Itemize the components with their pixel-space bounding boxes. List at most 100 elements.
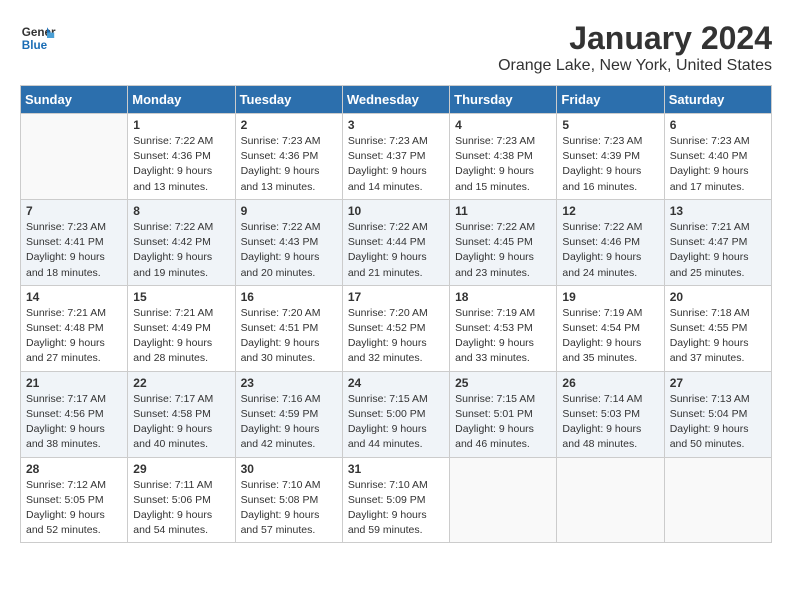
calendar-week-3: 14 Sunrise: 7:21 AMSunset: 4:48 PMDaylig… xyxy=(21,285,772,371)
day-number: 28 xyxy=(26,462,122,476)
calendar-table: SundayMondayTuesdayWednesdayThursdayFrid… xyxy=(20,85,772,543)
day-info: Sunrise: 7:18 AMSunset: 4:55 PMDaylight:… xyxy=(670,307,750,365)
calendar-cell: 14 Sunrise: 7:21 AMSunset: 4:48 PMDaylig… xyxy=(21,285,128,371)
day-info: Sunrise: 7:17 AMSunset: 4:56 PMDaylight:… xyxy=(26,393,106,451)
day-info: Sunrise: 7:22 AMSunset: 4:46 PMDaylight:… xyxy=(562,221,642,279)
day-info: Sunrise: 7:23 AMSunset: 4:38 PMDaylight:… xyxy=(455,135,535,193)
calendar-cell: 10 Sunrise: 7:22 AMSunset: 4:44 PMDaylig… xyxy=(342,199,449,285)
day-info: Sunrise: 7:22 AMSunset: 4:36 PMDaylight:… xyxy=(133,135,213,193)
calendar-week-2: 7 Sunrise: 7:23 AMSunset: 4:41 PMDayligh… xyxy=(21,199,772,285)
calendar-cell xyxy=(21,114,128,200)
day-info: Sunrise: 7:19 AMSunset: 4:54 PMDaylight:… xyxy=(562,307,642,365)
day-number: 16 xyxy=(241,290,337,304)
calendar-week-4: 21 Sunrise: 7:17 AMSunset: 4:56 PMDaylig… xyxy=(21,371,772,457)
day-number: 20 xyxy=(670,290,766,304)
calendar-cell: 5 Sunrise: 7:23 AMSunset: 4:39 PMDayligh… xyxy=(557,114,664,200)
day-info: Sunrise: 7:22 AMSunset: 4:42 PMDaylight:… xyxy=(133,221,213,279)
calendar-cell xyxy=(450,457,557,543)
day-info: Sunrise: 7:11 AMSunset: 5:06 PMDaylight:… xyxy=(133,479,212,537)
column-header-saturday: Saturday xyxy=(664,86,771,114)
day-info: Sunrise: 7:20 AMSunset: 4:51 PMDaylight:… xyxy=(241,307,321,365)
day-number: 10 xyxy=(348,204,444,218)
day-info: Sunrise: 7:14 AMSunset: 5:03 PMDaylight:… xyxy=(562,393,642,451)
day-number: 29 xyxy=(133,462,229,476)
day-number: 17 xyxy=(348,290,444,304)
day-info: Sunrise: 7:16 AMSunset: 4:59 PMDaylight:… xyxy=(241,393,321,451)
day-number: 15 xyxy=(133,290,229,304)
column-header-tuesday: Tuesday xyxy=(235,86,342,114)
day-number: 4 xyxy=(455,118,551,132)
day-number: 1 xyxy=(133,118,229,132)
day-info: Sunrise: 7:22 AMSunset: 4:45 PMDaylight:… xyxy=(455,221,535,279)
page-header: General Blue January 2024 Orange Lake, N… xyxy=(20,20,772,75)
day-number: 12 xyxy=(562,204,658,218)
day-info: Sunrise: 7:19 AMSunset: 4:53 PMDaylight:… xyxy=(455,307,535,365)
calendar-cell: 15 Sunrise: 7:21 AMSunset: 4:49 PMDaylig… xyxy=(128,285,235,371)
column-header-wednesday: Wednesday xyxy=(342,86,449,114)
calendar-cell: 17 Sunrise: 7:20 AMSunset: 4:52 PMDaylig… xyxy=(342,285,449,371)
day-info: Sunrise: 7:21 AMSunset: 4:49 PMDaylight:… xyxy=(133,307,213,365)
day-number: 21 xyxy=(26,376,122,390)
day-info: Sunrise: 7:23 AMSunset: 4:37 PMDaylight:… xyxy=(348,135,428,193)
day-number: 25 xyxy=(455,376,551,390)
calendar-cell: 4 Sunrise: 7:23 AMSunset: 4:38 PMDayligh… xyxy=(450,114,557,200)
day-info: Sunrise: 7:21 AMSunset: 4:47 PMDaylight:… xyxy=(670,221,750,279)
day-number: 13 xyxy=(670,204,766,218)
calendar-cell: 16 Sunrise: 7:20 AMSunset: 4:51 PMDaylig… xyxy=(235,285,342,371)
calendar-cell: 9 Sunrise: 7:22 AMSunset: 4:43 PMDayligh… xyxy=(235,199,342,285)
calendar-title: January 2024 xyxy=(498,20,772,57)
calendar-cell: 1 Sunrise: 7:22 AMSunset: 4:36 PMDayligh… xyxy=(128,114,235,200)
calendar-header-row: SundayMondayTuesdayWednesdayThursdayFrid… xyxy=(21,86,772,114)
svg-text:Blue: Blue xyxy=(22,39,48,52)
day-number: 23 xyxy=(241,376,337,390)
day-number: 19 xyxy=(562,290,658,304)
day-info: Sunrise: 7:20 AMSunset: 4:52 PMDaylight:… xyxy=(348,307,428,365)
calendar-cell: 26 Sunrise: 7:14 AMSunset: 5:03 PMDaylig… xyxy=(557,371,664,457)
calendar-cell: 22 Sunrise: 7:17 AMSunset: 4:58 PMDaylig… xyxy=(128,371,235,457)
day-info: Sunrise: 7:13 AMSunset: 5:04 PMDaylight:… xyxy=(670,393,750,451)
column-header-friday: Friday xyxy=(557,86,664,114)
day-number: 27 xyxy=(670,376,766,390)
day-number: 14 xyxy=(26,290,122,304)
calendar-cell: 8 Sunrise: 7:22 AMSunset: 4:42 PMDayligh… xyxy=(128,199,235,285)
day-number: 9 xyxy=(241,204,337,218)
day-info: Sunrise: 7:21 AMSunset: 4:48 PMDaylight:… xyxy=(26,307,106,365)
day-info: Sunrise: 7:10 AMSunset: 5:09 PMDaylight:… xyxy=(348,479,428,537)
logo-icon: General Blue xyxy=(20,20,56,56)
day-number: 6 xyxy=(670,118,766,132)
day-number: 31 xyxy=(348,462,444,476)
calendar-cell: 28 Sunrise: 7:12 AMSunset: 5:05 PMDaylig… xyxy=(21,457,128,543)
calendar-cell: 11 Sunrise: 7:22 AMSunset: 4:45 PMDaylig… xyxy=(450,199,557,285)
day-number: 22 xyxy=(133,376,229,390)
day-info: Sunrise: 7:22 AMSunset: 4:44 PMDaylight:… xyxy=(348,221,428,279)
day-info: Sunrise: 7:23 AMSunset: 4:41 PMDaylight:… xyxy=(26,221,106,279)
calendar-cell: 31 Sunrise: 7:10 AMSunset: 5:09 PMDaylig… xyxy=(342,457,449,543)
day-number: 3 xyxy=(348,118,444,132)
day-number: 5 xyxy=(562,118,658,132)
day-number: 26 xyxy=(562,376,658,390)
day-info: Sunrise: 7:15 AMSunset: 5:01 PMDaylight:… xyxy=(455,393,535,451)
day-info: Sunrise: 7:10 AMSunset: 5:08 PMDaylight:… xyxy=(241,479,321,537)
calendar-cell: 23 Sunrise: 7:16 AMSunset: 4:59 PMDaylig… xyxy=(235,371,342,457)
day-info: Sunrise: 7:12 AMSunset: 5:05 PMDaylight:… xyxy=(26,479,106,537)
day-info: Sunrise: 7:22 AMSunset: 4:43 PMDaylight:… xyxy=(241,221,321,279)
column-header-sunday: Sunday xyxy=(21,86,128,114)
calendar-cell: 20 Sunrise: 7:18 AMSunset: 4:55 PMDaylig… xyxy=(664,285,771,371)
day-number: 2 xyxy=(241,118,337,132)
calendar-cell: 27 Sunrise: 7:13 AMSunset: 5:04 PMDaylig… xyxy=(664,371,771,457)
calendar-cell: 24 Sunrise: 7:15 AMSunset: 5:00 PMDaylig… xyxy=(342,371,449,457)
calendar-cell: 21 Sunrise: 7:17 AMSunset: 4:56 PMDaylig… xyxy=(21,371,128,457)
day-number: 8 xyxy=(133,204,229,218)
day-number: 24 xyxy=(348,376,444,390)
calendar-cell: 18 Sunrise: 7:19 AMSunset: 4:53 PMDaylig… xyxy=(450,285,557,371)
day-number: 7 xyxy=(26,204,122,218)
day-info: Sunrise: 7:23 AMSunset: 4:40 PMDaylight:… xyxy=(670,135,750,193)
day-info: Sunrise: 7:17 AMSunset: 4:58 PMDaylight:… xyxy=(133,393,213,451)
calendar-cell: 6 Sunrise: 7:23 AMSunset: 4:40 PMDayligh… xyxy=(664,114,771,200)
calendar-cell: 29 Sunrise: 7:11 AMSunset: 5:06 PMDaylig… xyxy=(128,457,235,543)
day-number: 11 xyxy=(455,204,551,218)
calendar-body: 1 Sunrise: 7:22 AMSunset: 4:36 PMDayligh… xyxy=(21,114,772,543)
column-header-monday: Monday xyxy=(128,86,235,114)
calendar-cell: 3 Sunrise: 7:23 AMSunset: 4:37 PMDayligh… xyxy=(342,114,449,200)
day-number: 30 xyxy=(241,462,337,476)
